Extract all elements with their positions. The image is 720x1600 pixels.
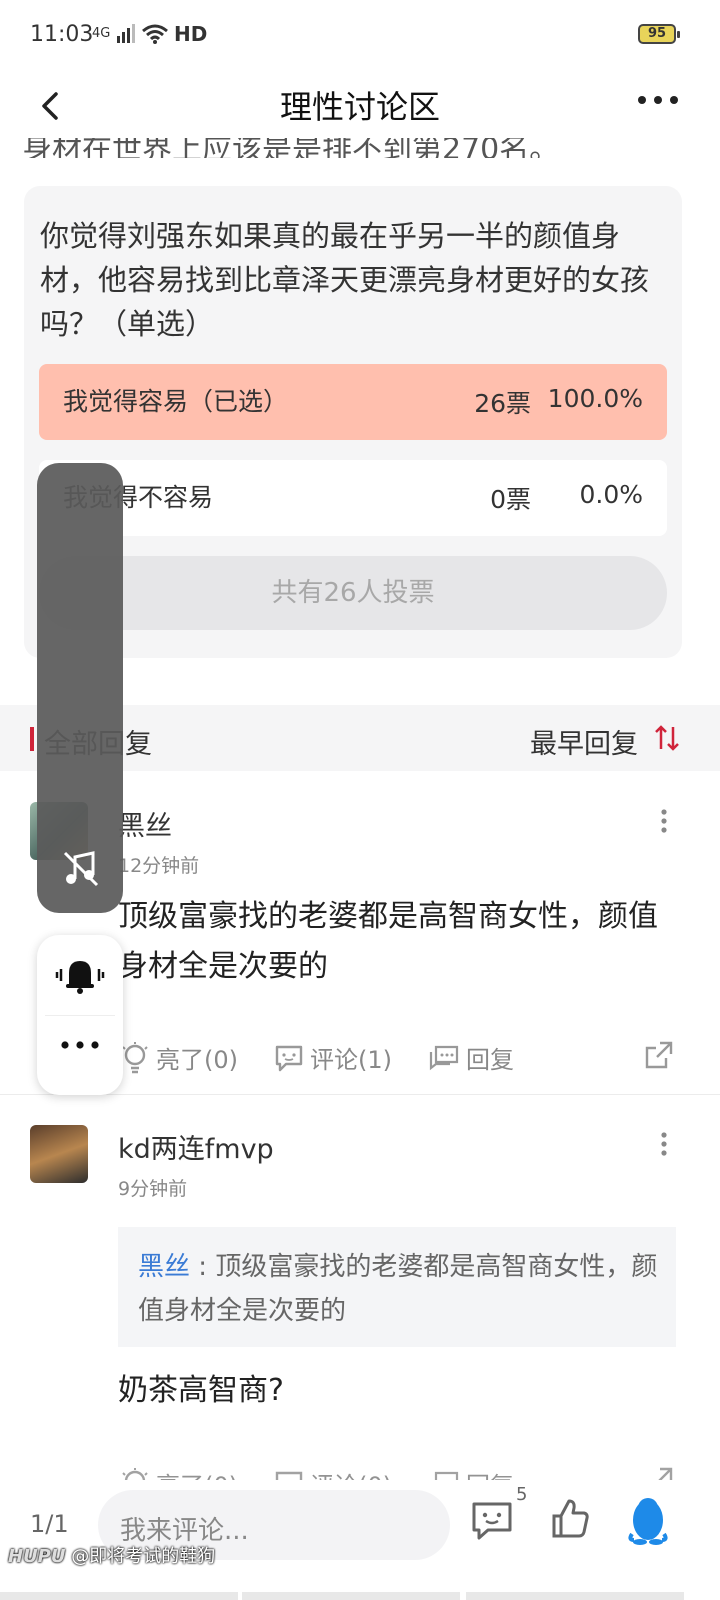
kebab-icon (661, 1132, 667, 1156)
poll-total-votes: 共有26人投票 (39, 556, 667, 630)
app-header: 理性讨论区 (0, 70, 720, 136)
section-marker (30, 727, 34, 751)
reply-text: 奶茶高智商? (118, 1373, 284, 1408)
share-button[interactable] (644, 1466, 674, 1480)
reply-username[interactable]: 黑丝 (118, 804, 172, 843)
reply-bubbles-icon (434, 1471, 459, 1480)
bottom-bar: 1/1 我来评论... 5 (0, 1480, 720, 1600)
reply-bubbles-icon (429, 1045, 459, 1070)
comment-button[interactable]: 评论(0) (274, 1466, 392, 1480)
more-dots-icon (638, 96, 678, 104)
reply-text: 顶级富豪找的老婆都是高智商女性，颜值身材全是次要的 (118, 899, 658, 984)
signal-bars-icon (117, 24, 135, 43)
nav-bar-segment (0, 1592, 238, 1600)
sort-button[interactable]: 最早回复 (530, 722, 638, 761)
poll-option-label: 我觉得容易（已选） (63, 387, 289, 416)
poll-option-votes: 0票 (490, 485, 531, 514)
page-indicator: 1/1 (30, 1510, 69, 1538)
post-body-clipped: 身材在世界上应该是是排不到第270名。 (22, 138, 560, 158)
status-time: 11:03 (30, 22, 94, 47)
lightbulb-icon (122, 1467, 148, 1480)
status-bar: 11:03 4G HD 95 (0, 0, 720, 70)
share-button[interactable] (644, 1040, 674, 1070)
comment-count-badge: 5 (516, 1484, 528, 1505)
divider (0, 1094, 720, 1095)
qq-penguin-icon (628, 1498, 668, 1545)
reply-time: 9分钟前 (118, 1178, 188, 1200)
floating-action-panel (37, 935, 123, 1095)
quote-author[interactable]: 黑丝 (138, 1252, 190, 1282)
poll-option-percent: 0.0% (579, 480, 643, 509)
poll-question: 你觉得刘强东如果真的最在乎另一半的颜值身材，他容易找到比章泽天更漂亮身材更好的女… (40, 219, 650, 341)
status-icons: 4G HD (92, 22, 207, 46)
hd-label: HD (174, 22, 208, 46)
sort-arrows-icon[interactable] (654, 723, 680, 753)
quote-text: 黑丝 : 顶级富豪找的老婆都是高智商女性，颜值身材全是次要的 (138, 1252, 658, 1326)
signal-icon: 4G (92, 26, 111, 41)
watermark: HUPU @即将考试的鞋狗 (8, 1546, 216, 1567)
page-title: 理性讨论区 (279, 88, 440, 126)
back-button[interactable] (30, 84, 74, 128)
avatar[interactable] (30, 1125, 88, 1183)
like-button[interactable]: 亮了(0) (120, 1040, 238, 1075)
wifi-icon (142, 24, 168, 44)
poll-option-2[interactable]: 我觉得不容易 0票 0.0% (39, 460, 667, 536)
kebab-icon (661, 809, 667, 833)
like-button[interactable]: 亮了(0) (120, 1466, 238, 1480)
more-button[interactable] (630, 80, 686, 124)
lightbulb-icon (122, 1041, 148, 1073)
thumbs-up-icon (552, 1499, 589, 1538)
share-icon (645, 1041, 673, 1069)
reply-menu-button[interactable] (654, 1131, 674, 1157)
reply-actions: 亮了(0) 评论(0) 回复 (0, 1466, 720, 1480)
comment-bubble-icon (472, 1502, 512, 1540)
comment-bubble-icon (275, 1045, 303, 1071)
battery-icon: 95 (638, 24, 680, 44)
screen: 11:03 4G HD 95 理性讨论区 身材在世界上应该是是排不到第270名。… (0, 0, 720, 1600)
comment-bubble-icon (275, 1471, 303, 1480)
comments-button[interactable] (470, 1498, 514, 1542)
poll-option-percent: 100.0% (547, 384, 643, 413)
reply-button[interactable]: 回复 (428, 1466, 514, 1480)
more-dots-icon[interactable] (59, 1035, 101, 1055)
quoted-reply[interactable]: 黑丝 : 顶级富豪找的老婆都是高智商女性，颜值身材全是次要的 (118, 1227, 676, 1347)
divider (45, 1015, 115, 1016)
bell-vibrate-icon[interactable] (55, 953, 105, 997)
reply-button[interactable]: 回复 (428, 1040, 514, 1075)
thumbs-up-button[interactable] (548, 1496, 592, 1549)
qq-share-button[interactable] (628, 1494, 668, 1546)
reply-username[interactable]: kd两连fmvp (118, 1127, 274, 1166)
nav-bar-segment (466, 1592, 684, 1600)
poll-option-1[interactable]: 我觉得容易（已选） 26票 100.0% (39, 364, 667, 440)
share-icon (658, 1467, 673, 1480)
reply-time: 12分钟前 (118, 855, 200, 877)
chevron-left-icon (42, 92, 58, 120)
poll-option-votes: 26票 (474, 389, 531, 418)
reply-menu-button[interactable] (654, 808, 674, 834)
music-off-icon[interactable] (61, 849, 101, 889)
nav-bar-segment (242, 1592, 460, 1600)
comment-button[interactable]: 评论(1) (274, 1040, 392, 1075)
floating-media-panel[interactable] (37, 463, 123, 913)
